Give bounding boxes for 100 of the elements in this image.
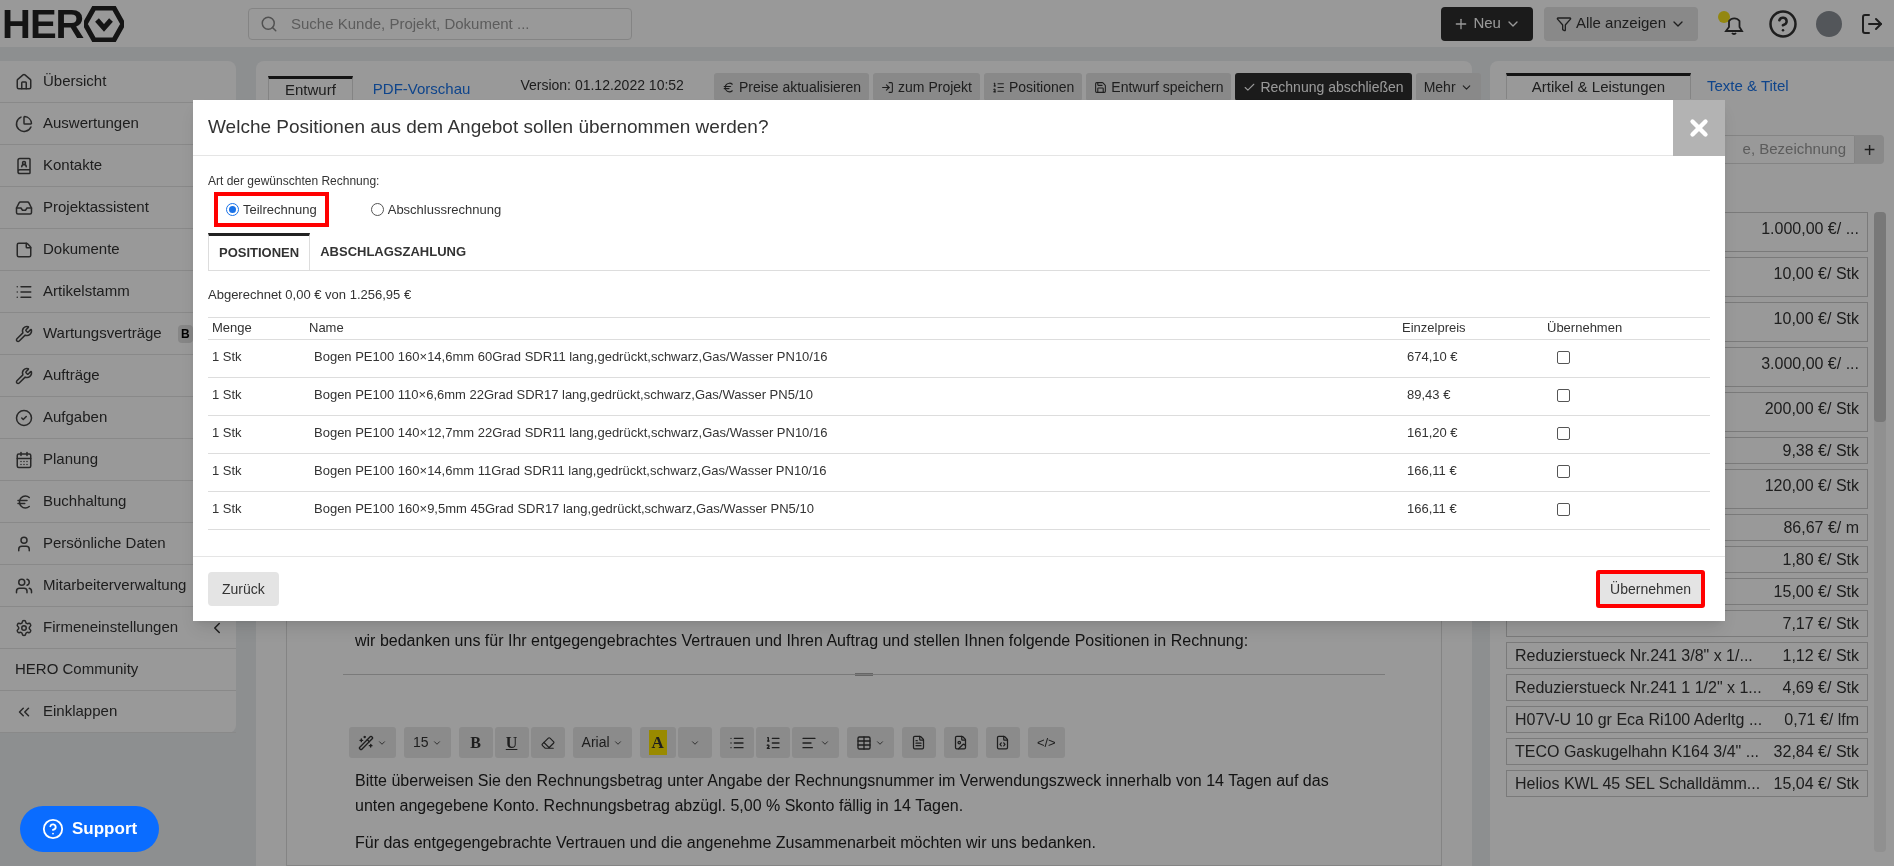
checkbox[interactable] [1557,464,1570,478]
editor-tab[interactable]: PDF-Vorschau [368,76,475,102]
article-price: 32,84 €/ Stk [1773,741,1859,762]
support-button[interactable]: Support [20,806,160,852]
toolbar-button[interactable]: Entwurf speichern [1086,73,1232,101]
table-cell-text: Bogen PE100 140×12,7mm 22Grad SDR11 lang,gedrückt,schwarz,Gas/Wasser PN10/16 [313,423,829,442]
sidebar-item[interactable]: Wartungsverträge [43,322,162,345]
sidebar-item[interactable]: Firmeneinstellungen [43,616,179,639]
intro-text: wir bedanken uns für Ihr entgegengebrachtes Vertrauen und Ihren Auftrag und stellen Ihnen folgende Positionen in Rechnung: [355,631,1250,651]
add-button[interactable]: + [1855,135,1884,164]
menu-item-icon [15,114,33,133]
dialog-tab[interactable]: POSITIONEN [208,233,311,270]
article-item[interactable]: H07V-U 10 gr Eca Ri100 Aderltg ... 0,71 €/ lfm [1506,706,1868,733]
menu-item-icon [15,408,33,427]
editor-toolbar-button[interactable] [349,727,396,758]
menu-item-icon [15,534,33,553]
body-paragraph: Bitte überweisen Sie den Rechnungsbetrag unter Angabe der Rechnungsnummer im Verwendungszweck innerhalb von 14 Tagen auf das unten angegebene Konto. Rechnungsbetrag abzügl. 5,00 % Skonto fällig in 14 Tagen. [355,771,1330,816]
filter-button[interactable]: Alle anzeigen [1543,6,1698,41]
help-icon[interactable] [1768,8,1798,39]
editor-toolbar-button[interactable] [901,727,936,758]
sidebar-item[interactable]: Persönliche Daten [43,532,166,555]
sidebar-item[interactable]: Aufträge [43,364,100,387]
editor-toolbar-button[interactable] [846,727,894,758]
underline-label: U [505,732,518,753]
toolbar-button[interactable]: zum Projekt [873,73,980,101]
panel-tab[interactable]: Texte & Titel [1691,73,1805,99]
sidebar-item[interactable]: Auswertungen [43,112,139,135]
table-cell-text: 1 Stk [211,423,243,442]
font-size-value: 15 [413,733,429,752]
version-label: Version: 01.12.2022 10:52 [520,76,684,95]
table-cell-text: 166,11 € [1406,461,1458,480]
bold-label: B [470,732,481,753]
sidebar-item[interactable]: Übersicht [43,70,107,93]
editor-toolbar-button[interactable] [985,727,1020,758]
editor-toolbar-button[interactable]: Arial [572,727,632,758]
sidebar-item[interactable]: Aufgaben [43,406,108,429]
help-icon [42,818,64,840]
table-icon [855,734,872,751]
scrollbar[interactable] [1874,212,1886,852]
checkbox[interactable] [1557,388,1570,402]
toolbar-button[interactable]: Rechnung abschließen [1235,73,1412,101]
article-price: 10,00 €/ Stk [1773,309,1859,329]
sidebar-item[interactable]: HERO Community [15,658,139,681]
checkbox[interactable] [1557,426,1570,440]
sidebar-item[interactable]: Kontakte [43,154,103,177]
menu-item-icon [15,576,33,595]
table-cell-text: Bogen PE100 160×9,5mm 45Grad SDR17 lang,gedrückt,schwarz,Gas/Wasser PN5/10 [313,499,815,518]
toolbar-button[interactable]: Preise aktualisieren [713,73,870,101]
sidebar-item[interactable]: Projektassistent [43,196,149,219]
editor-toolbar-button[interactable] [530,727,565,758]
sidebar-item[interactable]: Planung [43,448,99,471]
editor-toolbar-button[interactable]: </> [1027,727,1065,758]
button-icon [1094,80,1108,94]
article-price: 200,00 €/ Stk [1764,399,1859,419]
dialog-tab[interactable]: ABSCHLAGSZAHLUNG [310,233,477,270]
article-price: 120,00 €/ Stk [1764,476,1859,496]
sidebar-item[interactable]: Dokumente [43,238,120,261]
editor-toolbar-button[interactable] [943,727,978,758]
new-button[interactable]: Neu [1441,6,1533,41]
filter-icon [1555,15,1572,32]
font-name: Arial [581,733,610,752]
code-view-label: </> [1036,733,1056,752]
eraser-icon [540,735,555,750]
logo-hexagon-icon [84,5,125,42]
sidebar-item[interactable]: Einklappen [43,700,118,723]
search-field[interactable]: Suche Kunde, Projekt, Dokument ... [248,7,632,40]
menu-item-icon [15,492,33,511]
editor-toolbar-button[interactable] [755,727,790,758]
table-cell-text: Bogen PE100 160×14,6mm 60Grad SDR11 lang,gedrückt,schwarz,Gas/Wasser PN10/16 [313,347,829,366]
resize-handle[interactable] [855,673,873,676]
article-price: 1,12 €/ Stk [1782,645,1859,666]
toolbar-button[interactable]: Mehr [1415,73,1481,101]
editor-toolbar-button[interactable] [791,727,839,758]
article-item[interactable]: Helios KWL 45 SEL Schalldämm... 15,04 €/ Stk [1506,770,1868,797]
editor-toolbar-button[interactable]: U [494,727,529,758]
table-cell-text: 1 Stk [211,347,243,366]
radio-option[interactable]: Abschlussrechnung [358,192,514,227]
sidebar-item[interactable]: Buchhaltung [43,490,127,513]
editor-toolbar-button[interactable] [719,727,754,758]
checkbox[interactable] [1557,502,1570,516]
toolbar-button[interactable]: Positionen [983,73,1083,101]
editor-toolbar-button[interactable]: B [458,727,493,758]
editor-toolbar-button[interactable]: 15 [404,727,451,758]
back-button[interactable]: Zurück [208,572,279,606]
menu-item-icon [15,156,33,175]
button-icon [991,80,1005,94]
radio-option[interactable]: Teilrechnung [214,192,329,227]
article-item[interactable]: Reduzierstueck Nr.241 3/8" x 1/... 1,12 €/ Stk [1506,642,1868,669]
checkbox[interactable] [1557,350,1570,364]
article-item[interactable]: Reduzierstueck Nr.241 1 1/2" x 1... 4,69 €/ Stk [1506,674,1868,701]
sidebar-item[interactable]: Artikelstamm [43,280,130,303]
user-avatar[interactable] [1816,10,1842,37]
table-cell-text: Bogen PE100 110×6,6mm 22Grad SDR17 lang,gedrückt,schwarz,Gas/Wasser PN5/10 [313,385,814,404]
article-price: 15,00 €/ Stk [1773,581,1859,602]
confirm-button[interactable]: Übernehmen [1596,570,1705,608]
logout-icon[interactable] [1860,11,1884,36]
editor-toolbar-button[interactable]: A [639,727,676,758]
sidebar-item[interactable]: Mitarbeiterverwaltung [43,574,187,597]
article-item[interactable]: TECO Gaskugelhahn K164 3/4" ... 32,84 €/ Stk [1506,738,1868,765]
table-cell-text: 674,10 € [1406,347,1459,366]
